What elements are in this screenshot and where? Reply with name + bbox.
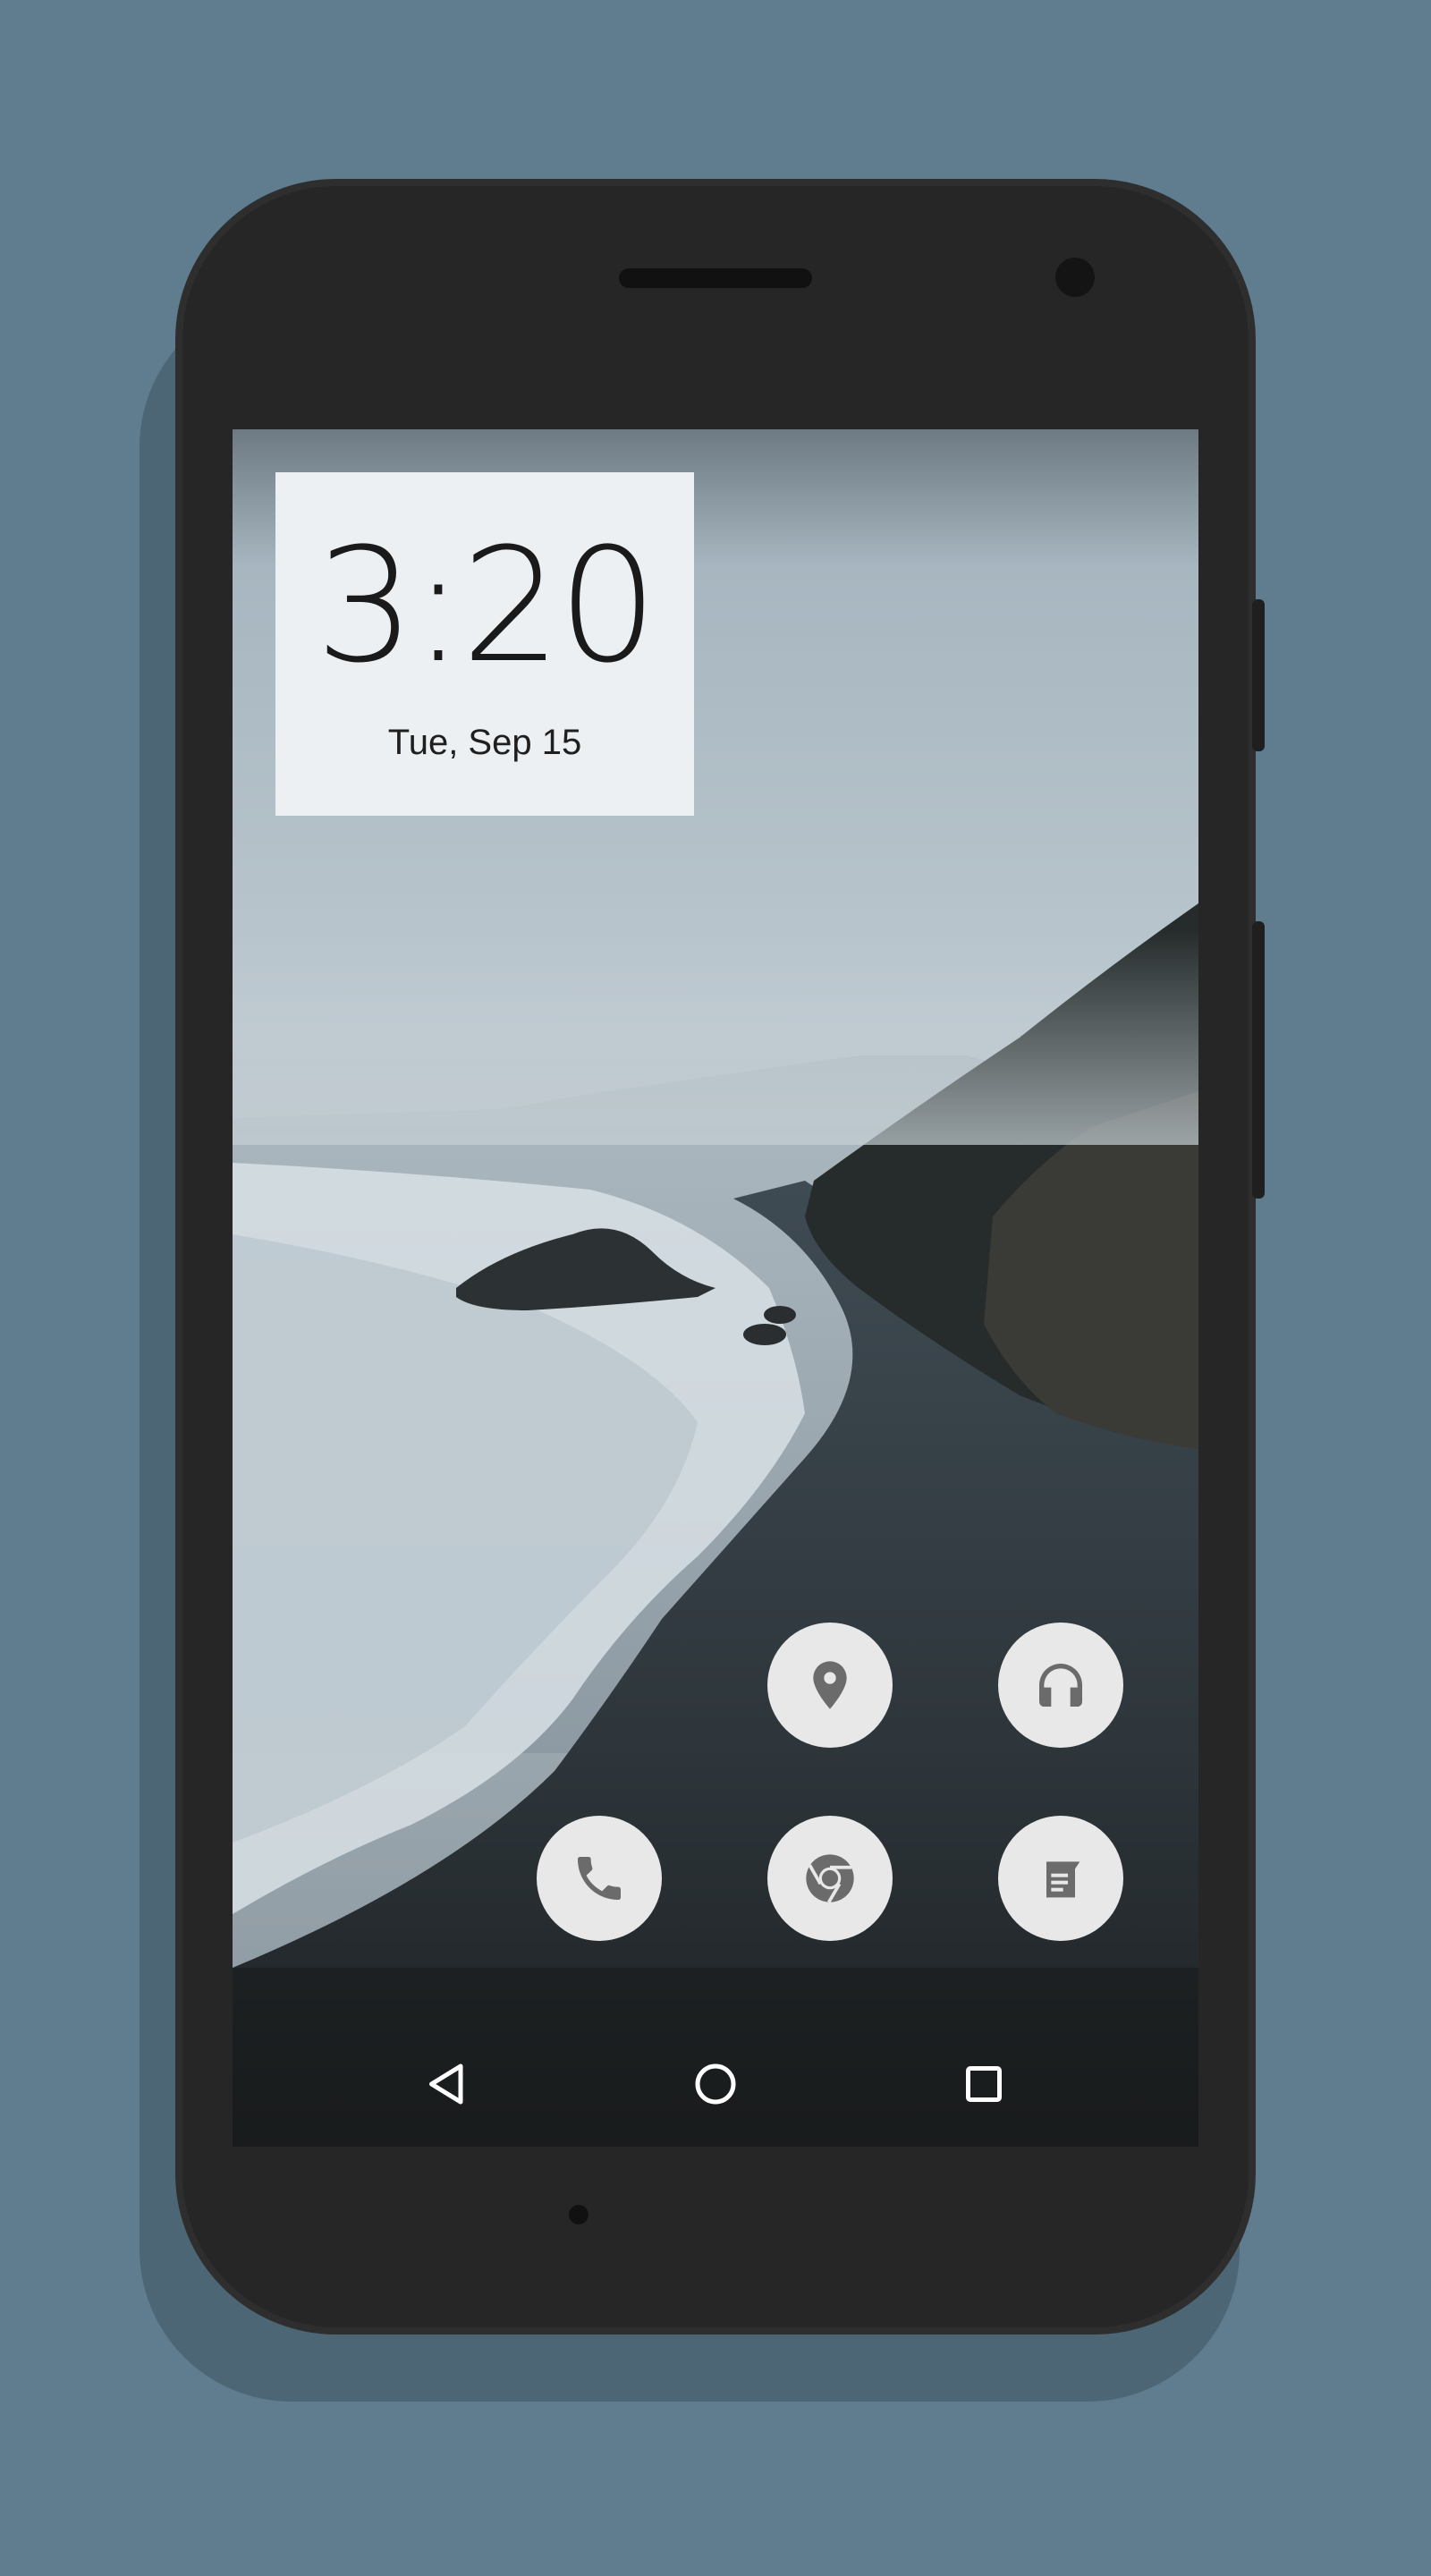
home-button[interactable]	[680, 2048, 751, 2120]
stage: 3:20 Tue, Sep 15	[0, 0, 1431, 2576]
clock-time: 3:20	[315, 514, 657, 698]
maps-app-icon[interactable]	[767, 1623, 893, 1748]
notes-app-icon[interactable]	[998, 1816, 1123, 1941]
navigation-bar	[233, 2021, 1198, 2147]
back-icon	[429, 2063, 463, 2105]
microphone	[569, 2205, 588, 2224]
notes-icon	[1046, 1861, 1080, 1898]
chrome-app-icon[interactable]	[767, 1816, 893, 1941]
phone-icon	[578, 1857, 621, 1900]
music-app-icon[interactable]	[998, 1623, 1123, 1748]
clock-widget[interactable]: 3:20 Tue, Sep 15	[275, 472, 694, 816]
recents-button[interactable]	[948, 2048, 1020, 2120]
chrome-icon	[806, 1854, 854, 1903]
phone-app-icon[interactable]	[537, 1816, 662, 1941]
back-button[interactable]	[411, 2048, 483, 2120]
volume-button[interactable]	[1252, 599, 1265, 751]
power-button[interactable]	[1252, 921, 1265, 1199]
home-icon	[695, 2063, 736, 2105]
clock-date: Tue, Sep 15	[387, 723, 582, 762]
earpiece-speaker	[619, 268, 812, 288]
headphones-icon	[1039, 1664, 1082, 1707]
location-pin-icon	[813, 1661, 847, 1709]
front-camera	[1055, 258, 1095, 297]
home-screen: 3:20 Tue, Sep 15	[233, 429, 1198, 2147]
recents-icon	[966, 2066, 1002, 2102]
